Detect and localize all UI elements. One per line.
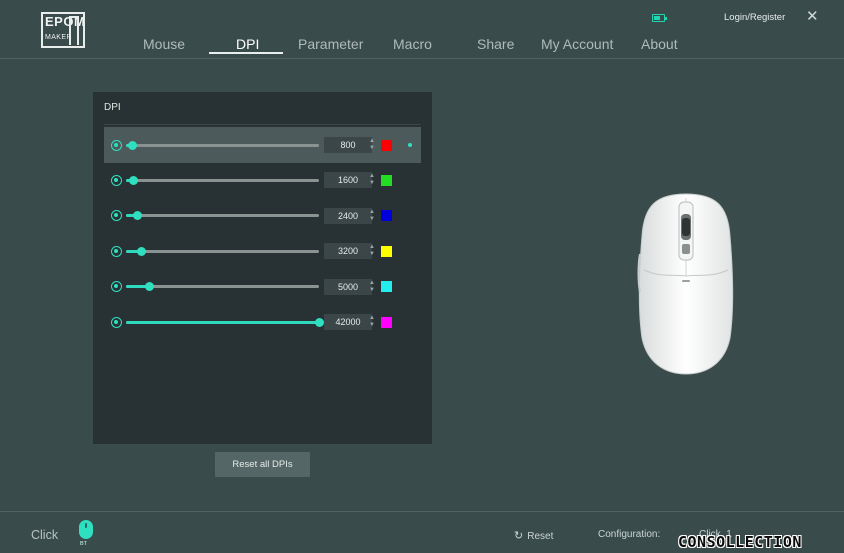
dpi-color-swatch[interactable]: [381, 139, 392, 151]
dpi-stepper[interactable]: ▲ ▼: [368, 138, 376, 152]
dpi-slider[interactable]: [126, 211, 319, 221]
reset-all-dpis-button[interactable]: Reset all DPIs: [215, 452, 310, 477]
reset-label: Reset: [527, 531, 554, 542]
configuration-label: Configuration:: [598, 529, 661, 540]
dpi-slider[interactable]: [126, 317, 324, 327]
dpi-value-input[interactable]: 2400: [324, 207, 372, 224]
tab-my-account[interactable]: My Account: [541, 36, 613, 52]
dpi-level-toggle[interactable]: [111, 174, 122, 186]
logo-text-top: EPOM: [45, 14, 86, 29]
stepper-down-icon[interactable]: ▼: [368, 180, 376, 187]
dpi-value-input[interactable]: 42000: [324, 314, 372, 330]
dpi-stepper[interactable]: ▲ ▼: [368, 280, 376, 294]
dpi-slider-thumb[interactable]: [127, 140, 137, 150]
dpi-level-toggle[interactable]: [111, 281, 122, 293]
dpi-level-row[interactable]: 5000 ▲ ▼: [104, 269, 421, 305]
stepper-up-icon[interactable]: ▲: [368, 138, 376, 145]
dpi-color-swatch[interactable]: [381, 174, 392, 186]
login-register-link[interactable]: Login/Register: [724, 12, 785, 23]
dpi-level-toggle[interactable]: [111, 210, 122, 222]
reset-button[interactable]: ↻ Reset: [514, 529, 553, 542]
epomaker-logo: EPOM MAKER: [41, 12, 85, 48]
stepper-up-icon[interactable]: ▲: [368, 315, 376, 322]
dpi-stepper[interactable]: ▲ ▼: [368, 244, 376, 258]
tab-macro[interactable]: Macro: [393, 36, 432, 52]
dpi-value-input[interactable]: 5000: [324, 278, 372, 295]
dpi-level-row[interactable]: 800 ▲ ▼: [104, 127, 421, 163]
stepper-down-icon[interactable]: ▼: [368, 145, 376, 152]
logo-mark: [69, 16, 79, 45]
tab-about[interactable]: About: [641, 36, 678, 52]
dpi-slider[interactable]: [126, 246, 319, 256]
stepper-down-icon[interactable]: ▼: [368, 216, 376, 223]
watermark: CONSOLLECTION: [678, 533, 802, 551]
dpi-slider[interactable]: [126, 282, 319, 292]
dpi-slider-thumb[interactable]: [136, 246, 146, 256]
stepper-up-icon[interactable]: ▲: [368, 280, 376, 287]
stepper-down-icon[interactable]: ▼: [368, 322, 376, 329]
battery-fill: [654, 16, 660, 20]
dpi-level-toggle[interactable]: [111, 316, 122, 328]
tab-parameter[interactable]: Parameter: [298, 36, 363, 52]
stepper-down-icon[interactable]: ▼: [368, 251, 376, 258]
dpi-level-toggle[interactable]: [111, 139, 122, 151]
dpi-color-swatch[interactable]: [381, 210, 392, 222]
dpi-slider-thumb[interactable]: [144, 282, 154, 292]
close-icon[interactable]: ✕: [806, 9, 819, 24]
battery-icon: [652, 14, 667, 22]
dpi-value-input[interactable]: 800: [324, 137, 372, 153]
dpi-stepper[interactable]: ▲ ▼: [368, 315, 376, 329]
stepper-down-icon[interactable]: ▼: [368, 287, 376, 294]
logo-text-bottom: MAKER: [45, 34, 72, 41]
dpi-color-swatch[interactable]: [381, 245, 392, 257]
active-tab-underline: [209, 52, 283, 54]
dpi-stepper[interactable]: ▲ ▼: [368, 209, 376, 223]
dpi-value-input[interactable]: 1600: [324, 172, 372, 189]
dpi-color-swatch[interactable]: [381, 281, 392, 293]
dpi-level-row[interactable]: 2400 ▲ ▼: [104, 198, 421, 234]
device-name-label: Click: [31, 528, 59, 542]
dpi-color-swatch[interactable]: [381, 316, 392, 328]
dpi-level-row[interactable]: 42000 ▲ ▼: [104, 304, 421, 340]
dpi-slider-thumb[interactable]: [315, 317, 324, 327]
stepper-up-icon[interactable]: ▲: [368, 209, 376, 216]
tab-mouse[interactable]: Mouse: [143, 36, 185, 52]
dpi-slider-thumb[interactable]: [133, 211, 143, 221]
app-header: EPOM MAKER Mouse DPI Parameter Macro Sha…: [0, 0, 844, 59]
dpi-level-row[interactable]: 1600 ▲ ▼: [104, 162, 421, 198]
dpi-slider[interactable]: [126, 175, 319, 185]
tab-share[interactable]: Share: [477, 36, 514, 52]
dpi-slider-thumb[interactable]: [129, 175, 139, 185]
dpi-slider[interactable]: [126, 140, 319, 150]
reset-icon: ↻: [514, 530, 524, 542]
panel-divider: [104, 124, 421, 125]
bluetooth-mouse-icon[interactable]: [79, 520, 93, 539]
dpi-value-input[interactable]: 3200: [324, 243, 372, 260]
stepper-up-icon[interactable]: ▲: [368, 173, 376, 180]
mouse-illustration: [637, 193, 734, 375]
active-indicator-dot: [408, 143, 412, 147]
dpi-panel: DPI 800 ▲ ▼ 1600 ▲ ▼ 2400 ▲ ▼ 3200 ▲ ▼ 5000 ▲ ▼ 42000 ▲ ▼: [93, 92, 432, 444]
bt-label: BT: [80, 541, 88, 547]
dpi-stepper[interactable]: ▲ ▼: [368, 173, 376, 187]
dpi-level-row[interactable]: 3200 ▲ ▼: [104, 233, 421, 269]
tab-dpi[interactable]: DPI: [236, 36, 259, 52]
dpi-panel-title: DPI: [104, 102, 121, 113]
app-footer: Click BT ↻ Reset Configuration: Click_1 C…: [0, 511, 844, 553]
stepper-up-icon[interactable]: ▲: [368, 244, 376, 251]
dpi-level-toggle[interactable]: [111, 245, 122, 257]
dpi-slider-fill: [126, 320, 319, 324]
